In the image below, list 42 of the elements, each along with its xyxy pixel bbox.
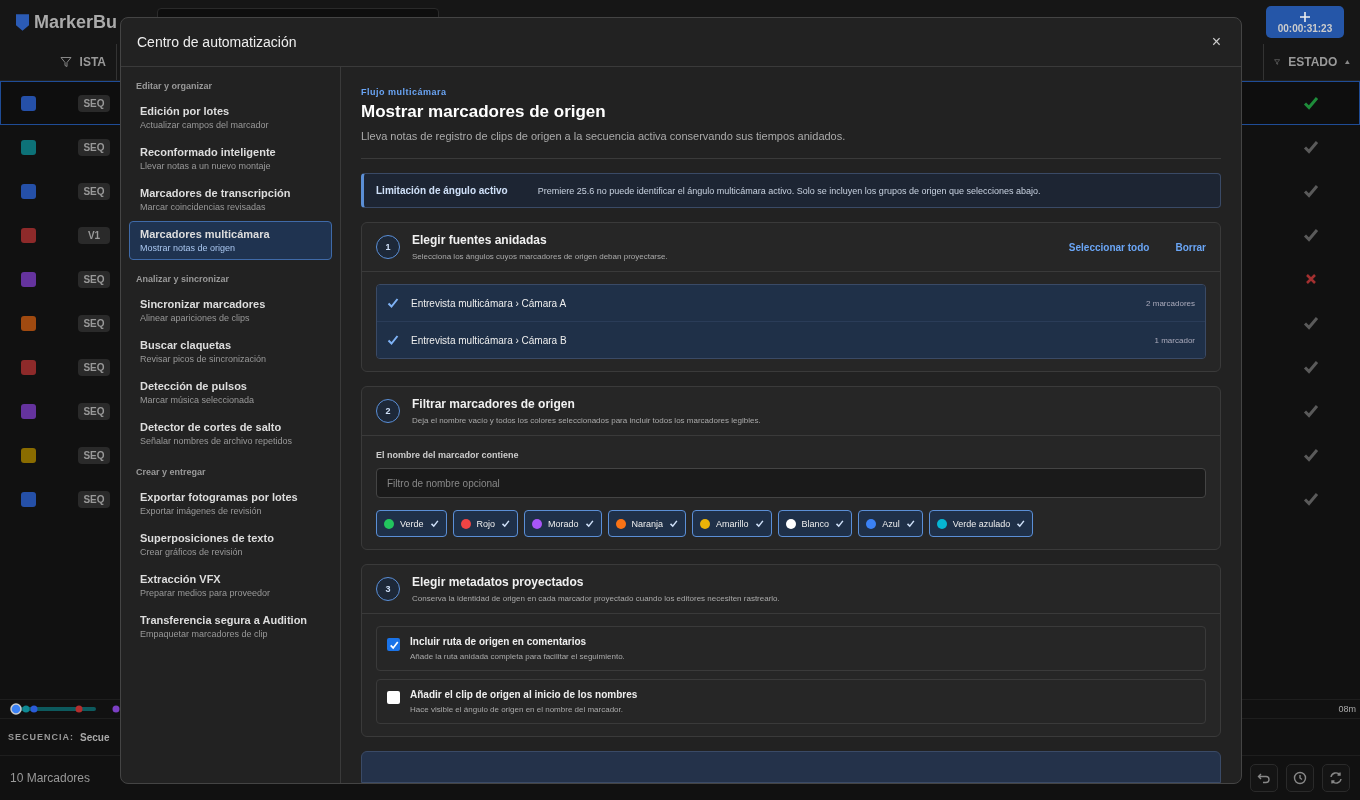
dialog-title: Centro de automatización (137, 34, 297, 50)
type-tag: SEQ (78, 358, 110, 376)
group-heading: Analizar y sincronizar (135, 274, 231, 284)
option-title: Incluir ruta de origen en comentarios (410, 636, 588, 647)
group-heading: Editar y organizar (135, 81, 214, 91)
type-tag: V1 (78, 226, 110, 244)
type-tag: SEQ (78, 314, 110, 332)
step-number: 3 (376, 577, 400, 601)
option-description: Añade la ruta anidada completa para facilitar el seguimiento. (410, 652, 625, 661)
notice-title: Limitación de ángulo activo (376, 185, 508, 196)
type-tag: SEQ (78, 402, 110, 420)
group-heading: Crear y entregar (135, 467, 207, 477)
type-tag: SEQ (78, 446, 110, 464)
source-label: Entrevista multicámara › Cámara B (411, 334, 568, 346)
page-description: Lleva notas de registro de clips de origen a la secuencia activa conservando sus tiempos anidados. (361, 130, 1221, 159)
marker-count: 10 Marcadores (10, 771, 91, 785)
page-heading: Mostrar marcadores de origen (361, 102, 607, 122)
step-number: 2 (376, 399, 400, 423)
step-subtitle: Deja el nombre vacío y todos los colores seleccionados para incluir todos los marcadores legibles. (412, 416, 762, 425)
marker-count: 2 marcadores (1146, 298, 1195, 308)
step-subtitle: Selecciona los ángulos cuyos marcadores de origen deban proyectarse. (412, 252, 669, 261)
option-description: Hace visible el ángulo de origen en el nombre del marcador. (410, 705, 624, 714)
type-tag: SEQ (78, 490, 110, 508)
notice-text: Premiere 25.6 no puede identificar el ángulo multicámara activo. Solo se incluyen los grupos de origen que selecciones abajo. (537, 185, 1041, 196)
step-subtitle: Conserva la identidad de origen en cada marcador proyectado cuando los editores necesiten rastrearlo. (412, 594, 781, 603)
eyebrow-label: Flujo multicámara (361, 87, 448, 97)
step-title: Elegir metadatos proyectados (412, 575, 585, 589)
source-label: Entrevista multicámara › Cámara A (411, 297, 568, 309)
option-title: Añadir el clip de origen al inicio de los nombres (410, 689, 638, 700)
app-logo: MarkerBu (34, 11, 118, 33)
sequence-name: Secue (80, 731, 110, 743)
time-label: 08m (1338, 704, 1356, 714)
type-tag: SEQ (78, 94, 110, 112)
step-title: Filtrar marcadores de origen (412, 397, 576, 411)
type-tag: SEQ (78, 270, 110, 288)
step-title: Elegir fuentes anidadas (412, 233, 548, 247)
step-number: 1 (376, 235, 400, 259)
field-label: El nombre del marcador contiene (376, 450, 520, 460)
type-tag: SEQ (78, 138, 110, 156)
type-tag: SEQ (78, 182, 110, 200)
sequence-label: SECUENCIA: (8, 732, 74, 742)
marker-count: 1 marcador (1154, 335, 1195, 345)
